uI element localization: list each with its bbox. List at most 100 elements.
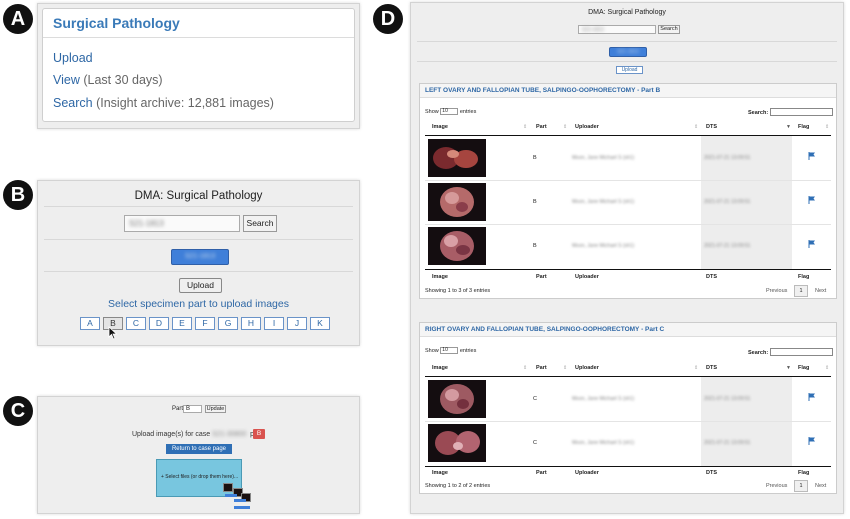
flag-icon[interactable] xyxy=(808,240,816,248)
sort-icon[interactable]: ⇕ xyxy=(694,124,698,130)
part-b-section: LEFT OVARY AND FALLOPIAN TUBE, SALPINGO-… xyxy=(419,83,837,299)
col-header-dts[interactable]: DTS xyxy=(706,124,717,130)
specimen-image[interactable] xyxy=(428,424,486,462)
page-button-current[interactable]: 1 xyxy=(794,480,808,492)
previous-button[interactable]: Previous xyxy=(766,483,787,489)
part-button-i[interactable]: I xyxy=(264,317,284,330)
flag-icon[interactable] xyxy=(808,196,816,204)
specimen-image[interactable] xyxy=(428,183,486,221)
case-button[interactable]: S21-1813 xyxy=(171,249,229,265)
part-input[interactable]: B xyxy=(183,405,202,413)
case-button[interactable]: S21-1813 xyxy=(609,47,647,57)
panel-b-case-search: DMA: Surgical Pathology S21-1813 Search … xyxy=(37,180,360,346)
part-button-e[interactable]: E xyxy=(172,317,192,330)
uploader-cell: Moon, Jane Michael S (sh1) xyxy=(572,396,635,402)
dropzone-label: + Select files (or drop them here)... xyxy=(161,474,239,480)
part-button-a[interactable]: A xyxy=(80,317,100,330)
sort-icon[interactable]: ⇕ xyxy=(694,365,698,371)
file-tag xyxy=(225,494,237,497)
page-length-select[interactable]: 10 xyxy=(440,347,459,354)
next-button[interactable]: Next xyxy=(815,483,826,489)
col-header-image[interactable]: Image xyxy=(432,365,448,371)
search-link[interactable]: Search (Insight archive: 12,881 images) xyxy=(53,96,274,110)
next-button[interactable]: Next xyxy=(815,288,826,294)
row-divider xyxy=(425,180,831,181)
upload-heading: Upload image(s) for case S21-30800 part xyxy=(132,431,262,438)
specimen-image[interactable] xyxy=(428,380,486,418)
sort-icon[interactable]: ⇕ xyxy=(563,365,567,371)
search-button[interactable]: Search xyxy=(658,25,680,34)
previous-button[interactable]: Previous xyxy=(766,288,787,294)
sort-icon[interactable]: ⇕ xyxy=(825,365,829,371)
part-button-g[interactable]: G xyxy=(218,317,238,330)
upload-button[interactable]: Upload xyxy=(616,66,643,74)
sort-icon[interactable]: ⇕ xyxy=(523,124,527,130)
col-header-image[interactable]: Image xyxy=(432,124,448,130)
view-note: (Last 30 days) xyxy=(83,73,163,87)
table-search-input[interactable] xyxy=(770,108,833,116)
part-c-section: RIGHT OVARY AND FALLOPIAN TUBE, SALPINGO… xyxy=(419,322,837,494)
col-footer-uploader: Uploader xyxy=(575,274,599,280)
part-cell: C xyxy=(533,396,537,402)
page-length-control: Show 10 entries xyxy=(425,347,477,354)
divider xyxy=(44,206,353,207)
panel-c-upload: Part: B Update Upload image(s) for case … xyxy=(37,396,360,514)
page-length-select[interactable]: 10 xyxy=(440,108,459,115)
upload-button[interactable]: Upload xyxy=(179,278,222,293)
page-title: DMA: Surgical Pathology xyxy=(134,190,263,202)
page-button-current[interactable]: 1 xyxy=(794,285,808,297)
sort-desc-icon[interactable]: ▼ xyxy=(786,365,791,371)
col-footer-flag: Flag xyxy=(798,470,810,476)
part-button-k[interactable]: K xyxy=(310,317,330,330)
specimen-image[interactable] xyxy=(428,227,486,265)
col-header-flag[interactable]: Flag xyxy=(798,365,809,371)
sort-icon[interactable]: ⇕ xyxy=(563,124,567,130)
col-header-uploader[interactable]: Uploader xyxy=(575,124,599,130)
uploader-cell: Moon, Jane Michael S (sh1) xyxy=(572,243,635,249)
uploader-cell: Moon, Jane Michael S (sh1) xyxy=(572,440,635,446)
case-search-input[interactable]: S21-1813 xyxy=(578,25,656,34)
page-length-control: Show 10 entries xyxy=(425,108,477,115)
part-cell: B xyxy=(533,155,537,161)
part-button-d[interactable]: D xyxy=(149,317,169,330)
row-divider xyxy=(425,421,831,422)
flag-icon[interactable] xyxy=(808,437,816,445)
part-button-j[interactable]: J xyxy=(287,317,307,330)
part-button-c[interactable]: C xyxy=(126,317,146,330)
col-footer-flag: Flag xyxy=(798,274,810,280)
dts-cell: 2021-07-21 13:09:51 xyxy=(704,155,751,161)
col-header-uploader[interactable]: Uploader xyxy=(575,365,599,371)
view-link[interactable]: View (Last 30 days) xyxy=(53,73,163,87)
col-header-dts[interactable]: DTS xyxy=(706,365,717,371)
update-button[interactable]: Update xyxy=(205,405,226,413)
specimen-image[interactable] xyxy=(428,139,486,177)
case-search-input[interactable]: S21-1813 xyxy=(124,215,240,232)
label-a-badge: A xyxy=(3,4,33,34)
sort-icon[interactable]: ⇕ xyxy=(523,365,527,371)
home-card: Surgical Pathology Upload View (Last 30 … xyxy=(42,8,355,122)
row-divider xyxy=(425,224,831,225)
col-footer-image: Image xyxy=(432,470,448,476)
search-button[interactable]: Search xyxy=(243,215,277,232)
dragged-image-thumbnail xyxy=(223,483,233,492)
return-to-case-button[interactable]: Return to case page xyxy=(166,444,232,454)
uploader-cell: Moon, Jane Michael S (sh1) xyxy=(572,199,635,205)
col-header-part[interactable]: Part xyxy=(536,365,547,371)
col-header-part[interactable]: Part xyxy=(536,124,547,130)
part-cell: B xyxy=(533,243,537,249)
uploader-cell: Moon, Jane Michael S (sh1) xyxy=(572,155,635,161)
part-button-f[interactable]: F xyxy=(195,317,215,330)
footer-rule xyxy=(425,269,831,270)
col-header-flag[interactable]: Flag xyxy=(798,124,809,130)
flag-icon[interactable] xyxy=(808,393,816,401)
flag-icon[interactable] xyxy=(808,152,816,160)
panel-a-home: Surgical Pathology Upload View (Last 30 … xyxy=(37,3,360,129)
col-footer-dts: DTS xyxy=(706,274,717,280)
table-search-input[interactable] xyxy=(770,348,833,356)
sort-desc-icon[interactable]: ▼ xyxy=(786,124,791,130)
upload-link[interactable]: Upload xyxy=(53,51,93,65)
part-button-h[interactable]: H xyxy=(241,317,261,330)
label-b-badge: B xyxy=(3,180,33,210)
part-badge: B xyxy=(253,429,265,439)
sort-icon[interactable]: ⇕ xyxy=(825,124,829,130)
